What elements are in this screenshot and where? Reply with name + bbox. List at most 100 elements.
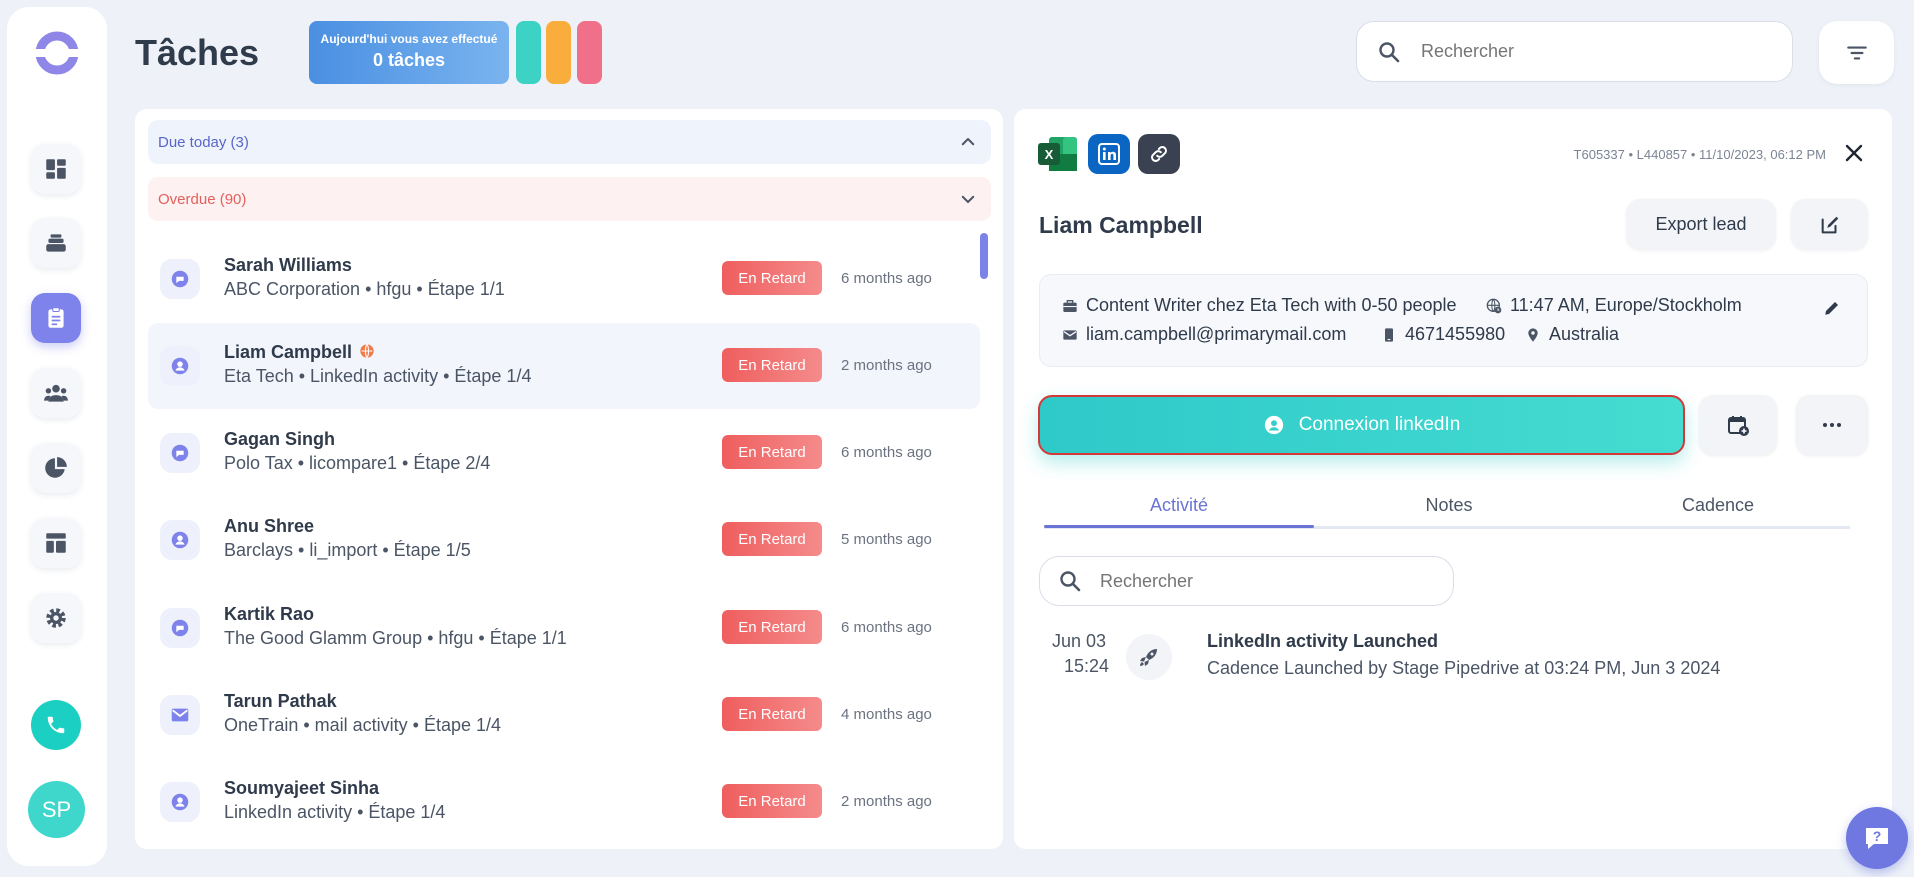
task-row[interactable]: Tarun Pathak OneTrain • mail activity • …: [148, 672, 980, 758]
task-row[interactable]: Liam Campbell Eta Tech • LinkedIn activi…: [148, 323, 980, 409]
task-list-panel: Due today (3) Overdue (90) Sarah William…: [135, 109, 1003, 849]
user-icon: [171, 531, 189, 549]
help-icon: ?: [1866, 828, 1888, 849]
stats-pill-teal[interactable]: [516, 21, 541, 84]
lead-local-time-text: 11:47 AM, Europe/Stockholm: [1510, 295, 1742, 315]
task-type-icon: [160, 608, 200, 648]
task-time: 2 months ago: [841, 793, 932, 810]
task-lead-name[interactable]: Kartik Rao: [224, 604, 314, 625]
chat-icon: [171, 619, 189, 637]
sidebar-item-templates[interactable]: [31, 518, 81, 568]
lead-local-time: 11:47 AM, Europe/Stockholm: [1486, 295, 1742, 316]
task-details: LinkedIn activity • Étape 1/4: [224, 802, 446, 822]
export-lead-button[interactable]: Export lead: [1626, 199, 1776, 250]
task-row[interactable]: Sarah Williams ABC Corporation • hfgu • …: [148, 236, 980, 322]
overdue-section[interactable]: Overdue (90): [148, 177, 991, 221]
lead-phone-text[interactable]: 4671455980: [1405, 324, 1505, 345]
task-type-icon: [160, 520, 200, 560]
task-time: 5 months ago: [841, 531, 932, 548]
link-button[interactable]: [1138, 134, 1180, 174]
task-details: Barclays • li_import • Étape 1/5: [224, 540, 471, 560]
filter-button[interactable]: [1819, 21, 1894, 84]
excel-button[interactable]: X: [1037, 134, 1079, 174]
task-details: ABC Corporation • hfgu • Étape 1/1: [224, 279, 505, 299]
lead-email-text[interactable]: liam.campbell@primarymail.com: [1086, 324, 1346, 345]
link-icon: [1151, 146, 1167, 162]
globe-clock-icon: [1486, 298, 1502, 313]
lead-info-box: Content Writer chez Eta Tech with 0-50 p…: [1039, 274, 1868, 367]
stats-value: 0 tâches: [372, 50, 446, 70]
status-badge: En Retard: [722, 697, 822, 731]
group-icon: [44, 384, 68, 402]
due-today-section[interactable]: Due today (3): [148, 120, 991, 164]
activity-search-bar[interactable]: [1039, 556, 1454, 606]
activity-title: LinkedIn activity Launched: [1207, 631, 1439, 651]
task-time: 4 months ago: [841, 706, 932, 723]
sidebar-item-tasks[interactable]: [31, 293, 81, 343]
task-lead-name[interactable]: Soumyajeet Sinha: [224, 778, 379, 799]
search-input[interactable]: [1421, 41, 1721, 62]
task-lead-name[interactable]: Tarun Pathak: [224, 691, 337, 712]
activity-date: Jun 03: [1052, 631, 1107, 651]
tab-cadence[interactable]: Cadence: [1583, 495, 1853, 516]
task-lead-name[interactable]: Sarah Williams: [224, 255, 352, 276]
tab-active-indicator: [1044, 525, 1314, 528]
overdue-label: Overdue (90): [158, 190, 247, 208]
sidebar-item-settings[interactable]: [31, 593, 81, 643]
sidebar: SP: [7, 7, 107, 866]
svg-text:X: X: [1045, 147, 1054, 162]
stats-pill-orange[interactable]: [546, 21, 571, 84]
linkedin-icon: [1098, 143, 1120, 165]
task-lead-name[interactable]: Gagan Singh: [224, 429, 335, 450]
stats-label: Aujourd'hui vous avez effectué: [320, 32, 498, 46]
avatar[interactable]: SP: [28, 781, 85, 838]
status-badge: En Retard: [722, 261, 822, 295]
task-row[interactable]: Anu Shree Barclays • li_import • Étape 1…: [148, 497, 980, 583]
mail-icon: [171, 708, 189, 722]
task-row[interactable]: Gagan Singh Polo Tax • licompare1 • Étap…: [148, 410, 980, 496]
sidebar-item-dashboard[interactable]: [31, 144, 81, 194]
lead-phone[interactable]: 4671455980: [1381, 324, 1505, 345]
sidebar-item-contacts[interactable]: [31, 368, 81, 418]
task-details: The Good Glamm Group • hfgu • Étape 1/1: [224, 628, 567, 648]
stats-pill-pink[interactable]: [577, 21, 602, 84]
svg-text:?: ?: [1873, 828, 1882, 844]
scrollbar-thumb[interactable]: [980, 233, 988, 279]
task-row[interactable]: Kartik Rao The Good Glamm Group • hfgu •…: [148, 585, 980, 671]
phone-icon: [47, 716, 65, 734]
mail-icon: [1063, 329, 1077, 340]
activity-search-input[interactable]: [1100, 570, 1400, 592]
call-button[interactable]: [31, 700, 81, 750]
calendar-add-icon: [1728, 416, 1749, 436]
user-icon: [171, 357, 189, 375]
briefcase-icon: [1063, 299, 1077, 312]
excel-icon: X: [1038, 137, 1077, 171]
pencil-icon[interactable]: [1823, 299, 1841, 317]
search-bar[interactable]: [1356, 21, 1793, 82]
tab-notes[interactable]: Notes: [1314, 495, 1584, 516]
sidebar-item-reports[interactable]: [31, 443, 81, 493]
tab-activity[interactable]: Activité: [1044, 495, 1314, 516]
lead-job: Content Writer chez Eta Tech with 0-50 p…: [1062, 295, 1457, 316]
schedule-button[interactable]: [1699, 395, 1777, 455]
more-horizontal-icon: [1823, 423, 1841, 427]
task-lead-name[interactable]: Liam Campbell: [224, 342, 375, 363]
layers-icon: [46, 234, 66, 252]
linkedin-connect-button[interactable]: Connexion linkedIn: [1038, 395, 1685, 455]
task-row[interactable]: Soumyajeet Sinha LinkedIn activity • Éta…: [148, 759, 980, 845]
more-actions-button[interactable]: [1796, 395, 1868, 455]
task-time: 2 months ago: [841, 357, 932, 374]
linkedin-profile-button[interactable]: [1088, 134, 1130, 174]
close-icon[interactable]: [1842, 141, 1866, 165]
edit-lead-button[interactable]: [1791, 199, 1868, 250]
lead-email[interactable]: liam.campbell@primarymail.com: [1062, 324, 1346, 345]
help-button[interactable]: ?: [1846, 807, 1908, 869]
user-circle-icon: [1264, 415, 1283, 435]
logo-icon[interactable]: [34, 30, 80, 76]
task-details: OneTrain • mail activity • Étape 1/4: [224, 715, 502, 735]
task-lead-name[interactable]: Anu Shree: [224, 516, 314, 537]
task-time: 6 months ago: [841, 444, 932, 461]
chat-icon: [171, 444, 189, 462]
sidebar-item-sequences[interactable]: [31, 218, 81, 268]
task-type-icon: [160, 695, 200, 735]
